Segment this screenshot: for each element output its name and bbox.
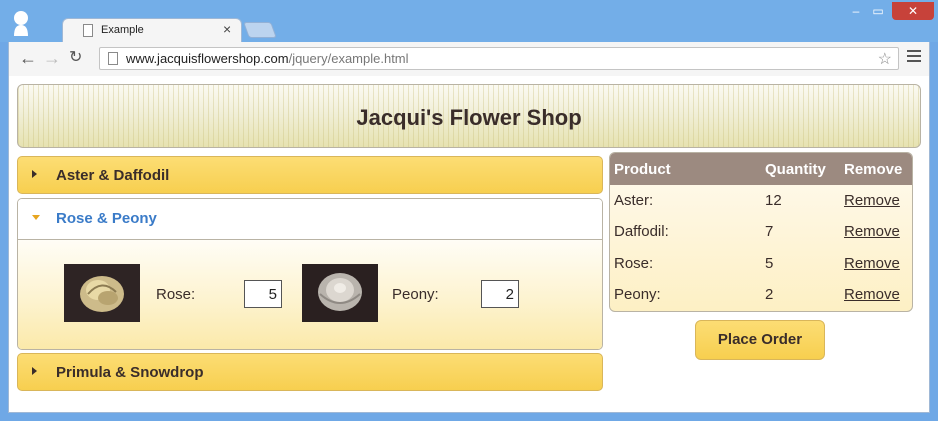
- accordion-rose-peony: Rose & Peony Rose: 5 Peony: 2: [17, 198, 603, 350]
- rose-label: Rose:: [156, 286, 196, 303]
- table-row: Rose: 5 Remove: [610, 249, 912, 280]
- rose-quantity-input[interactable]: [244, 280, 282, 308]
- minimize-button[interactable]: ‒: [846, 2, 866, 20]
- product-cell: Rose:: [614, 255, 654, 272]
- accordion-aster-daffodil[interactable]: Aster & Daffodil: [17, 156, 603, 194]
- triangle-down-icon: [32, 215, 40, 220]
- accordion-rose-peony-header[interactable]: Rose & Peony: [18, 199, 602, 240]
- accordion-label: Aster & Daffodil: [56, 167, 170, 184]
- banner: Jacqui's Flower Shop: [17, 84, 921, 148]
- column-header-remove: Remove: [844, 161, 903, 178]
- peony-quantity-input[interactable]: [481, 280, 519, 308]
- tab-title: Example: [101, 24, 144, 36]
- url-text[interactable]: www.jacquisflowershop.com/jquery/example…: [126, 51, 409, 66]
- cart-table: Product Quantity Remove Aster: 12 Remove…: [609, 152, 913, 312]
- rose-image: [64, 264, 140, 322]
- maximize-button[interactable]: ▭: [868, 2, 888, 20]
- reload-icon[interactable]: ↻: [69, 48, 82, 68]
- page-icon: [108, 52, 118, 65]
- product-cell: Peony:: [614, 286, 661, 303]
- triangle-right-icon: [32, 170, 37, 178]
- title-bar: Example × ‒ ▭ ✕: [0, 0, 938, 42]
- remove-link[interactable]: Remove: [844, 192, 900, 209]
- page-title: Jacqui's Flower Shop: [356, 105, 582, 130]
- remove-link[interactable]: Remove: [844, 223, 900, 240]
- new-tab-button[interactable]: [243, 22, 277, 38]
- address-bar[interactable]: www.jacquisflowershop.com/jquery/example…: [99, 47, 899, 70]
- quantity-cell: 7: [765, 223, 774, 240]
- cart-header-row: Product Quantity Remove: [610, 153, 912, 185]
- table-row: Aster: 12 Remove: [610, 186, 912, 217]
- table-row: Peony: 2 Remove: [610, 280, 912, 311]
- peony-image: [302, 264, 378, 322]
- accordion-panel: Rose: Peony:: [18, 240, 602, 349]
- accordion-primula-snowdrop[interactable]: Primula & Snowdrop: [17, 353, 603, 391]
- page-icon: [83, 24, 93, 37]
- page-content: Jacqui's Flower Shop Aster & Daffodil Ro…: [8, 76, 930, 413]
- tab-close-icon[interactable]: ×: [223, 21, 231, 37]
- product-cell: Daffodil:: [614, 223, 669, 240]
- browser-toolbar: ← → ↻ www.jacquisflowershop.com/jquery/e…: [8, 42, 930, 76]
- back-arrow-icon[interactable]: ←: [19, 48, 37, 68]
- peony-label: Peony:: [392, 286, 439, 303]
- url-path: /jquery/example.html: [288, 51, 409, 66]
- accordion-label: Rose & Peony: [56, 210, 157, 227]
- remove-link[interactable]: Remove: [844, 255, 900, 272]
- triangle-right-icon: [32, 367, 37, 375]
- quantity-cell: 12: [765, 192, 782, 209]
- quantity-cell: 5: [765, 255, 774, 272]
- column-header-quantity: Quantity: [765, 161, 826, 178]
- url-host: www.jacquisflowershop.com: [126, 51, 289, 66]
- bookmark-star-icon[interactable]: ☆: [878, 49, 892, 69]
- remove-link[interactable]: Remove: [844, 286, 900, 303]
- menu-icon[interactable]: [907, 50, 921, 66]
- accordion-label: Primula & Snowdrop: [56, 364, 204, 381]
- product-cell: Aster:: [614, 192, 654, 209]
- quantity-cell: 2: [765, 286, 774, 303]
- profile-icon[interactable]: [12, 10, 30, 36]
- column-header-product: Product: [614, 161, 671, 178]
- forward-arrow-icon[interactable]: →: [43, 48, 61, 68]
- browser-tab[interactable]: Example ×: [62, 18, 242, 42]
- table-row: Daffodil: 7 Remove: [610, 217, 912, 248]
- place-order-button[interactable]: Place Order: [695, 320, 825, 360]
- close-window-button[interactable]: ✕: [892, 2, 934, 20]
